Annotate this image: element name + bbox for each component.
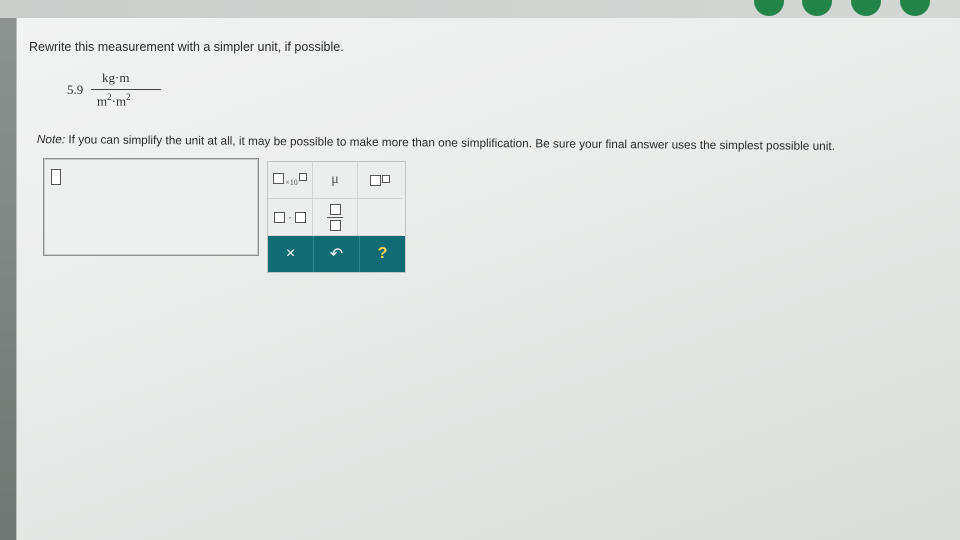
empty-tool-cell — [358, 199, 402, 236]
micro-prefix-button[interactable]: μ — [313, 162, 358, 199]
fraction-button[interactable] — [313, 199, 358, 236]
note-body: If you can simplify the unit at all, it … — [68, 132, 835, 153]
unit-numerator: kg·m — [102, 70, 130, 85]
progress-dot — [900, 0, 930, 16]
answer-input[interactable] — [43, 158, 259, 256]
measurement-expression: 5.9 kg·m m2·m2 — [67, 70, 177, 118]
action-row: × ↶ ? — [268, 236, 405, 272]
help-button[interactable]: ? — [360, 236, 405, 272]
unit-denominator: m2·m2 — [97, 92, 131, 109]
question-text: Rewrite this measurement with a simpler … — [29, 40, 344, 54]
clear-button[interactable]: × — [268, 236, 314, 272]
multiply-dot-button[interactable]: · — [268, 199, 313, 236]
note-text: Note: If you can simplify the unit at al… — [37, 132, 960, 154]
coefficient: 5.9 — [67, 82, 84, 97]
question-panel: Rewrite this measurement with a simpler … — [16, 18, 960, 540]
note-label: Note: — [36, 132, 66, 147]
top-bar — [0, 0, 960, 18]
progress-dot — [754, 0, 784, 16]
math-toolbar: ×10 μ · × ↶ ? — [267, 161, 406, 273]
input-placeholder-box — [51, 169, 61, 185]
fraction-bar — [91, 89, 161, 90]
exponent-button[interactable] — [358, 162, 402, 199]
scientific-notation-button[interactable]: ×10 — [268, 162, 313, 199]
left-bezel — [0, 18, 16, 540]
progress-dot — [802, 0, 832, 16]
progress-dot — [851, 0, 881, 16]
undo-button[interactable]: ↶ — [314, 236, 360, 272]
